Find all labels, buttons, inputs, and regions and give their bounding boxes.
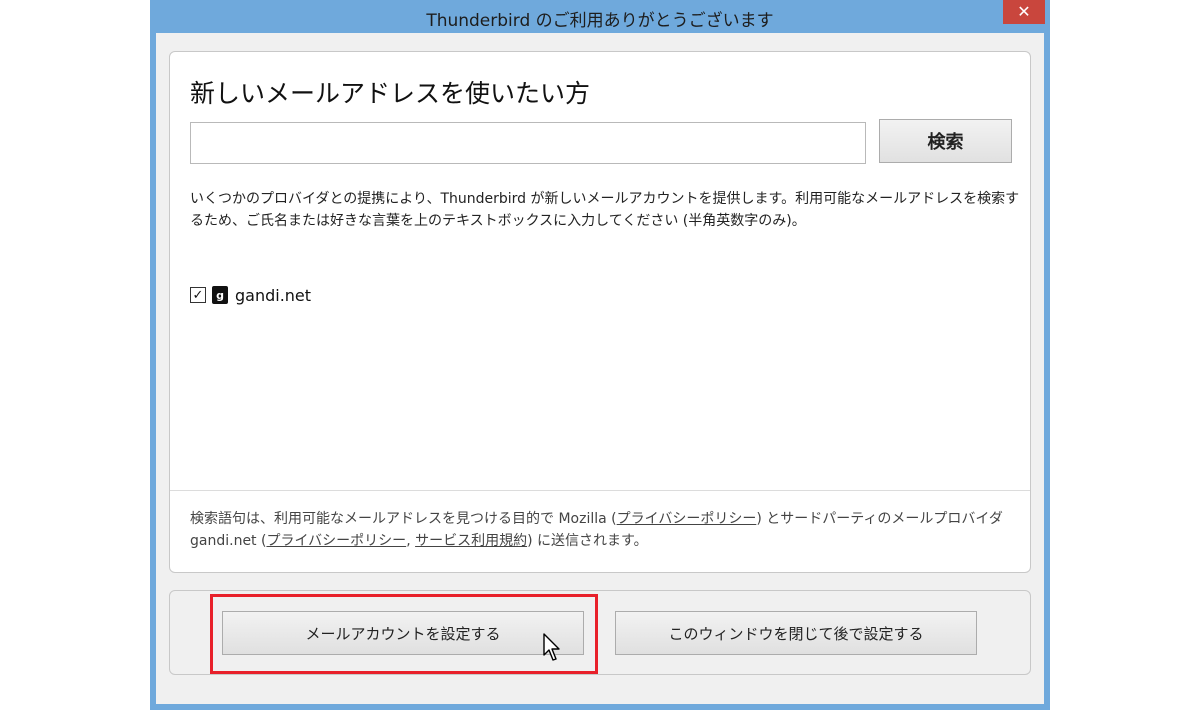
divider [170,490,1030,491]
provider-label: gandi.net [235,285,312,305]
title-bar[interactable]: Thunderbird のご利用ありがとうございます ✕ [150,0,1050,33]
close-icon: ✕ [1017,2,1031,21]
checkmark-icon: ✓ [192,287,204,303]
provider-option[interactable]: ✓ g gandi.net [190,284,311,306]
mozilla-privacy-link[interactable]: プライバシーポリシー [617,511,757,527]
gandi-privacy-link[interactable]: プライバシーポリシー [266,533,406,549]
close-button[interactable]: ✕ [1003,0,1045,24]
mouse-pointer-icon [543,633,560,661]
window-title: Thunderbird のご利用ありがとうございます [426,11,774,31]
gandi-logo-icon: g [212,286,228,304]
search-button[interactable]: 検索 [879,119,1012,163]
dialog-window: Thunderbird のご利用ありがとうございます ✕ 新しいメールアドレスを… [150,0,1050,710]
search-input[interactable] [190,122,866,164]
setup-mail-account-button[interactable]: メールアカウントを設定する [222,611,584,655]
gandi-terms-link[interactable]: サービス利用規約 [415,533,527,549]
description-text: いくつかのプロバイダとの提携により、Thunderbird が新しいメールアカウ… [190,191,1020,229]
section-heading: 新しいメールアドレスを使いたい方 [190,79,591,108]
close-and-setup-later-button[interactable]: このウィンドウを閉じて後で設定する [615,611,977,655]
privacy-notice: 検索語句は、利用可能なメールアドレスを見つける目的で Mozilla (プライバ… [190,511,1003,549]
provider-checkbox[interactable]: ✓ [190,287,206,303]
action-panel: メールアカウントを設定する このウィンドウを閉じて後で設定する [169,590,1031,675]
new-address-panel: 新しいメールアドレスを使いたい方 検索 いくつかのプロバイダとの提携により、Th… [169,51,1031,573]
dialog-body: 新しいメールアドレスを使いたい方 検索 いくつかのプロバイダとの提携により、Th… [156,33,1044,704]
